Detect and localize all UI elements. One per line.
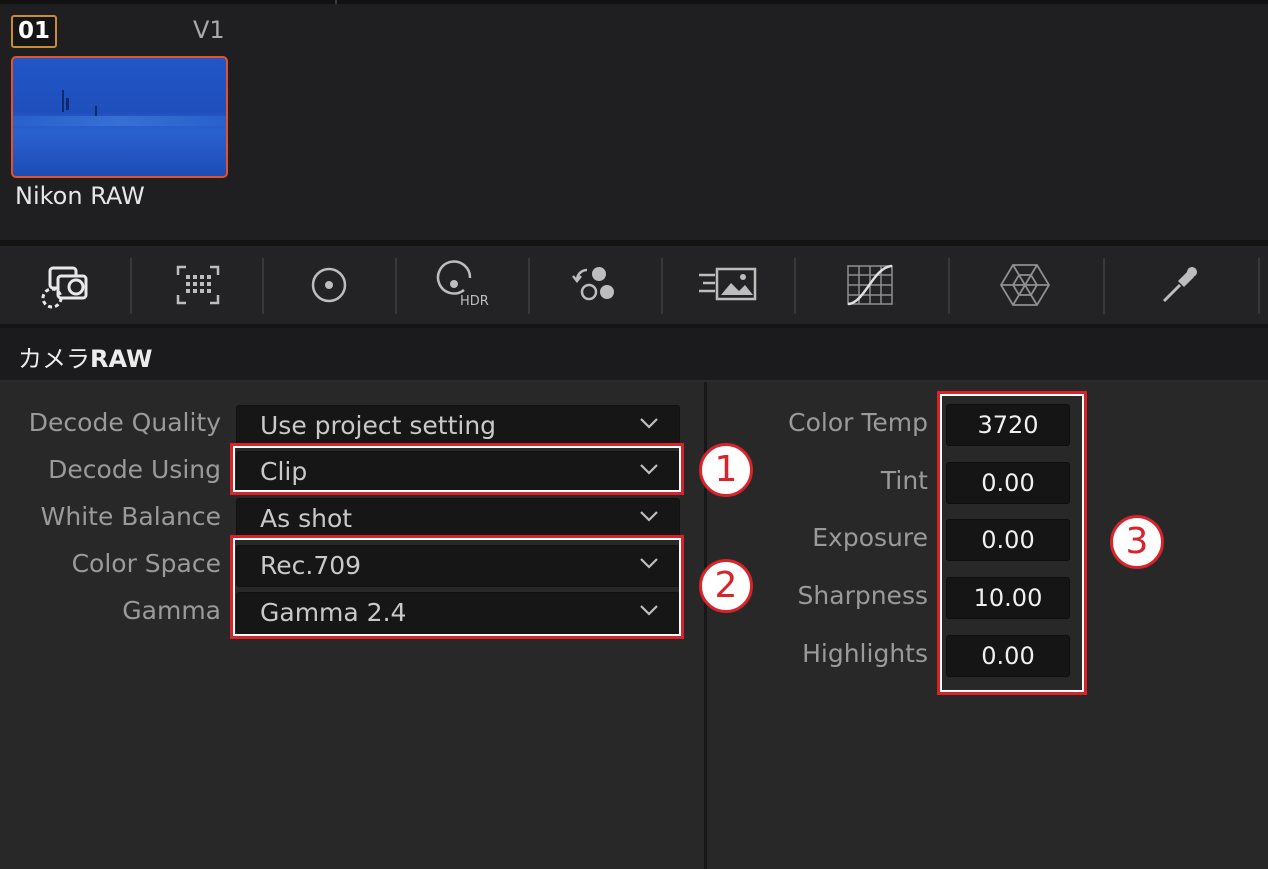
toolbar-separator <box>130 258 132 314</box>
toolbar-separator <box>794 258 796 314</box>
chevron-down-icon <box>640 418 658 429</box>
motion-effects-icon <box>699 267 757 301</box>
decode-using-label: Decode Using <box>48 455 221 484</box>
decode-quality-dropdown[interactable]: Use project setting <box>236 405 680 447</box>
timeline-top-bar <box>0 0 1268 4</box>
hdr-wheels-icon: HDR <box>436 260 489 309</box>
raw-adjust-panel <box>707 382 1268 869</box>
color-tools-toolbar: HDR <box>0 246 1268 324</box>
annotation-marker-1: 1 <box>699 443 753 497</box>
hdr-badge: HDR <box>460 294 489 309</box>
clip-track-label: V1 <box>193 16 225 44</box>
gamma-value: Gamma 2.4 <box>260 598 407 627</box>
camera-raw-icon <box>41 266 88 309</box>
qualifier-tool-button[interactable] <box>1120 246 1240 324</box>
sharpness-field[interactable]: 10.00 <box>946 577 1070 619</box>
clip-number-badge: 01 <box>11 15 57 48</box>
color-temp-label: Color Temp <box>788 408 928 437</box>
curves-icon <box>847 264 893 306</box>
highlights-field[interactable]: 0.00 <box>946 635 1070 677</box>
exposure-field[interactable]: 0.00 <box>946 519 1070 561</box>
toolbar-separator <box>1258 258 1260 314</box>
highlights-label: Highlights <box>802 639 928 668</box>
clip-name: Nikon RAW <box>15 182 145 210</box>
decode-quality-label: Decode Quality <box>28 408 221 437</box>
motion-effects-tool-button[interactable] <box>668 246 788 324</box>
decode-quality-value: Use project setting <box>260 411 497 440</box>
chevron-down-icon <box>640 558 658 569</box>
white-balance-value: As shot <box>260 504 353 533</box>
toolbar-separator <box>661 258 663 314</box>
panel-title: カメラRAW <box>18 339 152 374</box>
toolbar-separator <box>528 258 530 314</box>
qualifier-icon <box>1162 267 1197 303</box>
color-match-icon <box>176 265 219 305</box>
annotation-marker-2: 2 <box>699 559 753 613</box>
gamma-dropdown[interactable]: Gamma 2.4 <box>236 592 680 634</box>
decode-using-dropdown[interactable]: Clip <box>236 451 680 493</box>
primaries-wheels-icon <box>311 267 347 303</box>
clip-thumbnail[interactable] <box>11 56 228 178</box>
color-warper-icon <box>999 264 1051 306</box>
color-space-value: Rec.709 <box>260 551 362 580</box>
sharpness-label: Sharpness <box>797 581 928 610</box>
curves-tool-button[interactable] <box>810 246 930 324</box>
color-space-dropdown[interactable]: Rec.709 <box>236 545 680 587</box>
toolbar-separator <box>395 258 397 314</box>
annotation-marker-3: 3 <box>1110 515 1164 569</box>
toolbar-separator <box>1103 258 1105 314</box>
panel-header: カメラRAW <box>0 328 1268 380</box>
chevron-down-icon <box>640 605 658 616</box>
white-balance-label: White Balance <box>40 502 221 531</box>
clip-strip: 01 V1 Nikon RAW <box>0 0 1268 240</box>
tint-field[interactable]: 0.00 <box>946 462 1070 504</box>
toolbar-separator <box>262 258 264 314</box>
primaries-tool-button[interactable] <box>270 246 388 324</box>
gamma-label: Gamma <box>122 596 221 625</box>
rgb-mixer-tool-button[interactable] <box>535 246 655 324</box>
exposure-label: Exposure <box>812 523 928 552</box>
color-match-tool-button[interactable] <box>140 246 255 324</box>
tint-label: Tint <box>880 466 928 495</box>
chevron-down-icon <box>640 464 658 475</box>
chevron-down-icon <box>640 511 658 522</box>
color-space-label: Color Space <box>71 549 221 578</box>
hdr-tool-button[interactable]: HDR <box>403 246 523 324</box>
color-warper-tool-button[interactable] <box>965 246 1085 324</box>
panel-title-latin: RAW <box>90 345 153 373</box>
decode-using-value: Clip <box>260 457 308 486</box>
camera-raw-tool-button[interactable] <box>10 246 120 324</box>
toolbar-separator <box>948 258 950 314</box>
rgb-mixer-icon <box>572 267 614 301</box>
panel-title-kana: カメラ <box>18 345 90 373</box>
color-temp-field[interactable]: 3720 <box>946 404 1070 446</box>
white-balance-dropdown[interactable]: As shot <box>236 498 680 540</box>
